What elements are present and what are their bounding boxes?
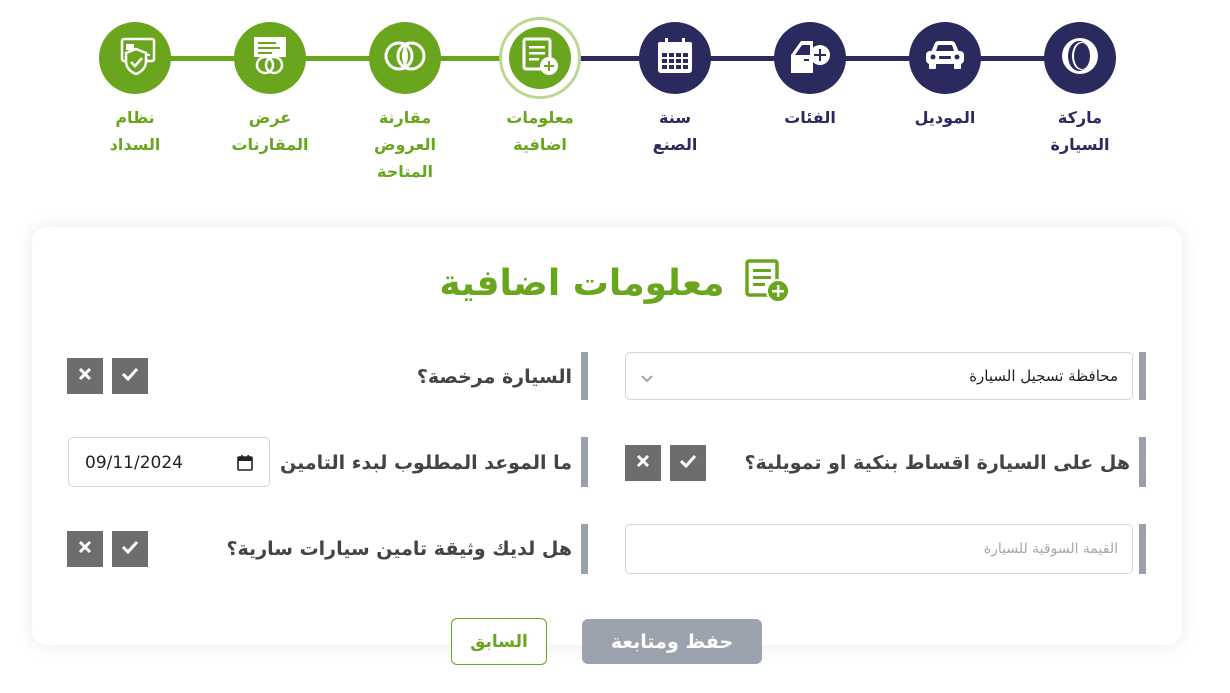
chevron-down-icon bbox=[640, 369, 654, 388]
step-circle bbox=[774, 22, 846, 94]
step-circle bbox=[909, 22, 981, 94]
form-header: معلومات اضافية bbox=[0, 258, 1230, 308]
check-icon bbox=[678, 453, 698, 473]
installments-question-label: هل على السيارة اقساط بنكية او تمويلية؟ bbox=[744, 452, 1130, 474]
step-circle bbox=[369, 22, 441, 94]
step-label-line1: الموديل bbox=[914, 108, 976, 127]
step-label-line1: عرض bbox=[248, 108, 292, 127]
step-circle bbox=[1044, 22, 1116, 94]
close-icon bbox=[77, 366, 93, 386]
existing-policy-no-button[interactable] bbox=[67, 531, 103, 567]
step-label-line1: نظام bbox=[115, 108, 155, 127]
step-label-line1: سنة bbox=[659, 108, 691, 127]
field-accent-bar bbox=[1139, 352, 1146, 400]
step-car-categories[interactable]: الفئات bbox=[740, 22, 880, 131]
step-comparison-view[interactable]: عرض المقارنات bbox=[200, 22, 340, 158]
field-accent-bar bbox=[581, 352, 588, 400]
document-plus-icon bbox=[520, 36, 560, 80]
calendar-picker-icon[interactable] bbox=[237, 454, 253, 475]
close-icon bbox=[635, 453, 651, 473]
step-label-line2: العروض المتاحة bbox=[374, 135, 436, 181]
licensed-question-label: السيارة مرخصة؟ bbox=[416, 366, 572, 388]
step-circle bbox=[99, 22, 171, 94]
comparison-view-icon bbox=[248, 34, 292, 82]
step-label-line2: اضافية bbox=[513, 135, 567, 154]
step-label-line2: السيارة bbox=[1050, 135, 1110, 154]
step-label-line2: المقارنات bbox=[231, 135, 309, 154]
step-label-line1: الفئات bbox=[784, 108, 836, 127]
payment-card-shield-icon bbox=[112, 35, 158, 81]
start-date-question-label: ما الموعد المطلوب لبدء التامين bbox=[280, 452, 572, 474]
start-date-value: 09/11/2024 bbox=[85, 453, 183, 473]
licensed-yes-button[interactable] bbox=[112, 358, 148, 394]
brand-logo-icon bbox=[1058, 34, 1102, 82]
step-label-line2: السداد bbox=[109, 135, 161, 154]
governorate-select[interactable]: محافظة تسجيل السيارة bbox=[625, 352, 1133, 400]
check-icon bbox=[120, 539, 140, 559]
form-title: معلومات اضافية bbox=[439, 262, 725, 304]
calendar-icon bbox=[655, 36, 695, 80]
document-plus-icon bbox=[743, 258, 791, 308]
previous-button[interactable]: السابق bbox=[451, 618, 547, 665]
licensed-no-button[interactable] bbox=[67, 358, 103, 394]
car-icon bbox=[921, 38, 969, 78]
step-label-line1: ماركة bbox=[1057, 108, 1103, 127]
existing-policy-yes-button[interactable] bbox=[112, 531, 148, 567]
step-label-line1: معلومات bbox=[506, 108, 574, 127]
field-accent-bar bbox=[581, 524, 588, 574]
field-accent-bar bbox=[1139, 437, 1146, 487]
step-circle bbox=[234, 22, 306, 94]
step-payment-system[interactable]: نظام السداد bbox=[65, 22, 205, 158]
governorate-select-value: محافظة تسجيل السيارة bbox=[969, 367, 1118, 385]
check-icon bbox=[120, 366, 140, 386]
step-circle-current bbox=[499, 17, 581, 99]
existing-policy-question-label: هل لديك وثيقة تامين سيارات سارية؟ bbox=[226, 538, 572, 560]
step-car-model[interactable]: الموديل bbox=[875, 22, 1015, 131]
progress-stepper: ماركة السيارة الموديل الفئات سنة الصنع م… bbox=[0, 0, 1230, 200]
market-value-input[interactable] bbox=[625, 524, 1133, 574]
installments-no-button[interactable] bbox=[625, 445, 661, 481]
step-circle bbox=[639, 22, 711, 94]
close-icon bbox=[77, 539, 93, 559]
save-continue-button[interactable]: حفظ ومتابعة bbox=[582, 619, 762, 664]
step-additional-info[interactable]: معلومات اضافية bbox=[470, 17, 610, 158]
step-car-brand[interactable]: ماركة السيارة bbox=[1010, 22, 1150, 158]
insurance-start-date-input[interactable]: 09/11/2024 bbox=[68, 437, 270, 487]
step-compare-offers[interactable]: مقارنة العروض المتاحة bbox=[335, 22, 475, 185]
step-manufacture-year[interactable]: سنة الصنع bbox=[605, 22, 745, 158]
field-accent-bar bbox=[581, 437, 588, 487]
step-label-line1: مقارنة bbox=[378, 108, 432, 127]
compare-offers-icon bbox=[383, 36, 427, 80]
car-door-plus-icon bbox=[787, 35, 833, 81]
step-label-line2: الصنع bbox=[652, 135, 698, 154]
installments-yes-button[interactable] bbox=[670, 445, 706, 481]
field-accent-bar bbox=[1139, 524, 1146, 574]
